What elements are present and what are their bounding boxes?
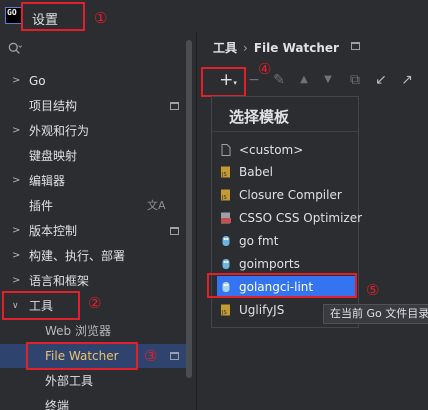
translate-icon: 文A — [147, 199, 166, 212]
chevron-right-icon: > — [12, 225, 21, 236]
breadcrumb-parent[interactable]: 工具 — [213, 41, 237, 55]
annotation-box-file-watcher — [26, 342, 138, 370]
template-item-closure-compiler[interactable]: JS Closure Compiler — [217, 184, 357, 206]
chevron-right-icon: > — [12, 125, 21, 136]
project-level-icon — [170, 102, 179, 110]
js-file-icon: JS — [221, 189, 230, 201]
annotation-marker-5: ⑤ — [366, 281, 380, 299]
edit-button[interactable]: ✎ — [270, 70, 288, 90]
sidebar-item-project-structure[interactable]: 项目结构 — [0, 94, 190, 118]
template-item-go-fmt[interactable]: go fmt — [217, 230, 357, 252]
sidebar-item-appearance[interactable]: > 外观和行为 — [0, 119, 190, 143]
panel-divider — [196, 32, 197, 410]
chevron-right-icon: > — [12, 275, 21, 286]
gopher-icon — [222, 236, 230, 246]
svg-text:JS: JS — [221, 310, 227, 316]
chevron-right-icon: > — [12, 75, 21, 86]
chevron-right-icon: > — [12, 175, 21, 186]
copy-button[interactable]: ⧉ — [346, 70, 364, 90]
svg-text:JS: JS — [221, 195, 227, 201]
import-button[interactable]: ↙ — [372, 70, 390, 90]
sidebar-scrollbar[interactable] — [186, 40, 192, 378]
annotation-marker-2: ② — [88, 294, 102, 312]
sidebar-item-languages[interactable]: > 语言和框架 — [0, 269, 190, 293]
sidebar-item-editor[interactable]: > 编辑器 — [0, 169, 190, 193]
popup-divider — [212, 131, 358, 132]
template-item-babel[interactable]: JS Babel — [217, 161, 357, 183]
sidebar-item-web-browsers[interactable]: Web 浏览器 — [0, 319, 190, 343]
sidebar-item-plugins[interactable]: 插件 文A — [0, 194, 190, 218]
move-down-button[interactable]: ▼ — [320, 70, 336, 90]
annotation-box-golangci-lint — [207, 273, 357, 298]
annotation-marker-3: ③ — [144, 347, 158, 365]
sidebar-item-vcs[interactable]: > 版本控制 — [0, 219, 190, 243]
annotation-marker-1: ① — [94, 9, 108, 27]
breadcrumb-separator: › — [243, 41, 248, 55]
chevron-right-icon: > — [12, 250, 21, 261]
project-level-icon — [351, 42, 360, 50]
gopher-icon — [222, 259, 230, 269]
move-up-button[interactable]: ▲ — [296, 70, 312, 90]
template-item-custom[interactable]: <custom> — [217, 139, 357, 161]
sidebar-item-go[interactable]: > Go — [0, 69, 190, 93]
annotation-box-add — [201, 67, 246, 97]
sidebar-item-terminal[interactable]: 终端 — [0, 394, 190, 410]
js-file-icon: JS — [221, 304, 230, 316]
file-icon — [221, 144, 231, 156]
annotation-box-tools — [2, 291, 80, 320]
project-level-icon — [170, 227, 179, 235]
breadcrumb-current: File Watcher — [253, 41, 339, 55]
sidebar-item-build[interactable]: > 构建、执行、部署 — [0, 244, 190, 268]
svg-text:JS: JS — [221, 172, 227, 178]
sidebar-item-external-tools[interactable]: 外部工具 — [0, 369, 190, 393]
export-button[interactable]: ↗ — [398, 70, 416, 90]
template-item-csso[interactable]: CSSO CSS Optimizer — [217, 207, 362, 229]
js-file-icon: JS — [221, 166, 230, 178]
css-file-icon — [221, 212, 231, 224]
breadcrumb: 工具 › File Watcher — [213, 39, 339, 56]
popup-title: 选择模板 — [229, 108, 290, 126]
template-tooltip: 在当前 Go 文件目录 — [323, 304, 428, 324]
annotation-box-settings — [21, 2, 85, 31]
remove-button[interactable]: − — [246, 70, 262, 90]
sidebar-item-keymap[interactable]: 键盘映射 — [0, 144, 190, 168]
search-icon[interactable] — [8, 42, 22, 56]
app-logo-icon: GO — [5, 7, 22, 24]
project-level-icon — [170, 352, 179, 360]
template-item-goimports[interactable]: goimports — [217, 253, 357, 275]
